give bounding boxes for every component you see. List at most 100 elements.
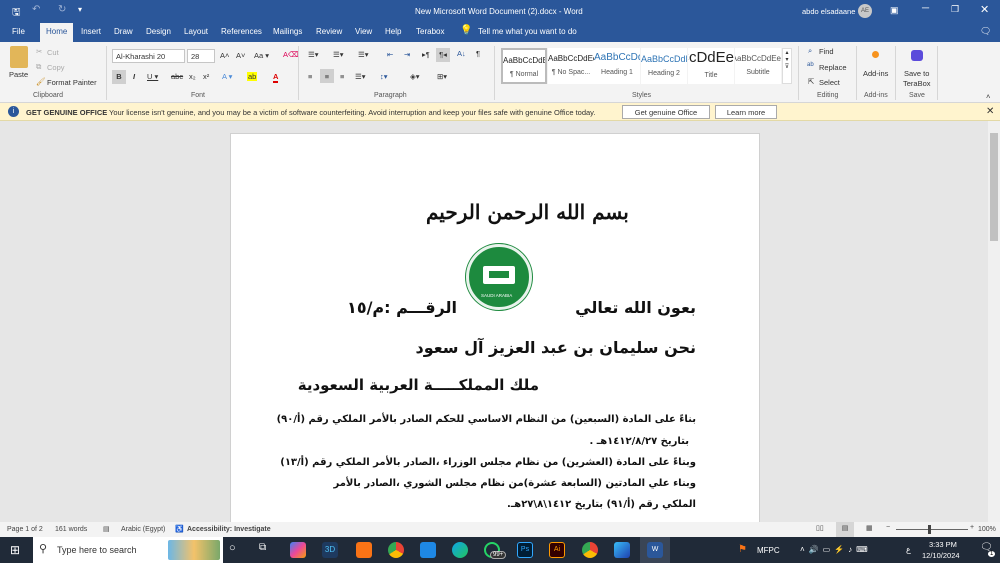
grow-font-icon[interactable]: A˄ (220, 51, 229, 60)
addins-button[interactable]: Add-ins (863, 69, 888, 78)
underline-button[interactable]: U ▾ (147, 72, 158, 81)
style-heading-1[interactable]: AaBbCcDdEe Heading 1 (594, 48, 640, 84)
avatar[interactable]: AE (858, 4, 872, 18)
ltr-icon[interactable]: ▸¶ (422, 50, 430, 59)
print-layout-icon[interactable]: ▤ (836, 522, 854, 537)
tab-view[interactable]: View (355, 27, 372, 36)
tab-help[interactable]: Help (385, 27, 401, 36)
tab-review[interactable]: Review (316, 27, 342, 36)
customize-qat-icon[interactable]: ▾ (78, 5, 82, 14)
clock-date[interactable]: 12/10/2024 (922, 551, 960, 560)
scroll-thumb[interactable] (990, 133, 998, 241)
zoom-level[interactable]: 100% (978, 526, 996, 533)
tab-design[interactable]: Design (146, 27, 171, 36)
cortana-icon[interactable]: ○ (229, 542, 236, 554)
save-icon[interactable]: 🖫 (12, 5, 21, 22)
system-tray-icons[interactable]: ˄🔊▭⚡♪⌨ (800, 545, 872, 554)
illustrator-icon[interactable]: Ai (549, 542, 565, 558)
xampp-icon[interactable] (356, 542, 372, 558)
accessibility-status[interactable]: Accessibility: Investigate (187, 526, 271, 533)
chrome-profile-icon[interactable] (582, 542, 598, 558)
superscript-button[interactable]: x² (203, 72, 209, 81)
bold-button[interactable]: B (112, 70, 126, 84)
font-name-select[interactable]: Al-Kharashi 20 (112, 49, 185, 63)
read-mode-icon[interactable]: ▯▯ (816, 524, 824, 532)
cut-button[interactable]: Cut (47, 48, 59, 57)
tab-terabox[interactable]: Terabox (416, 27, 444, 36)
borders-icon[interactable]: ⊞▾ (437, 72, 447, 81)
zoom-slider[interactable] (896, 529, 968, 530)
change-case-icon[interactable]: Aa ▾ (254, 51, 269, 60)
tab-file[interactable]: File (12, 27, 25, 36)
user-name[interactable]: abdo elsadaane (802, 7, 855, 16)
word-count[interactable]: 161 words (55, 526, 87, 533)
zoom-out-button[interactable]: − (886, 524, 890, 531)
italic-button[interactable]: I (133, 72, 135, 81)
word-taskbar-active[interactable]: W (640, 537, 670, 563)
subscript-button[interactable]: x₂ (189, 72, 196, 81)
save-to-terabox-button-line2[interactable]: TeraBox (903, 79, 931, 88)
tab-draw[interactable]: Draw (114, 27, 133, 36)
zoom-in-button[interactable]: + (970, 524, 974, 531)
copy-button[interactable]: Copy (47, 63, 65, 72)
styles-scroll[interactable]: ▴ ▾ ⊽ (782, 48, 792, 84)
web-layout-icon[interactable]: ▦ (866, 524, 873, 532)
proofing-icon[interactable]: ▤ (103, 525, 110, 533)
select-button[interactable]: Select (819, 78, 840, 87)
numbering-icon[interactable]: ☰▾ (333, 50, 344, 59)
clear-formatting-icon[interactable]: A⌫ (283, 50, 299, 59)
save-to-terabox-button[interactable]: Save to (904, 69, 929, 78)
decrease-indent-icon[interactable]: ⇤ (387, 50, 393, 59)
replace-button[interactable]: Replace (819, 63, 847, 72)
format-painter-button[interactable]: Format Painter (47, 78, 97, 87)
close-message-icon[interactable]: ✕ (986, 106, 994, 117)
font-color-icon[interactable]: A (273, 72, 279, 83)
zoom-slider-thumb[interactable] (928, 525, 931, 534)
collapse-ribbon-icon[interactable]: ˄ (986, 92, 990, 101)
strikethrough-button[interactable]: abc (171, 72, 183, 81)
ribbon-display-icon[interactable]: ▣ (890, 5, 899, 16)
restore-button[interactable]: ❐ (951, 4, 959, 15)
style-normal[interactable]: AaBbCcDdEe ¶ Normal (501, 48, 547, 84)
get-genuine-office-button[interactable]: Get genuine Office (622, 105, 710, 119)
language[interactable]: Arabic (Egypt) (121, 526, 165, 533)
align-right-icon[interactable]: ≡ (340, 72, 344, 81)
tab-home[interactable]: Home (40, 23, 74, 42)
tab-layout[interactable]: Layout (184, 27, 208, 36)
find-button[interactable]: Find (819, 47, 834, 56)
tab-insert[interactable]: Insert (81, 27, 101, 36)
input-language[interactable]: ع (906, 545, 911, 554)
shading-icon[interactable]: ◈▾ (410, 72, 420, 81)
learn-more-button[interactable]: Learn more (715, 105, 777, 119)
show-marks-icon[interactable]: ¶ (476, 49, 480, 58)
align-left-icon[interactable]: ≡ (308, 72, 312, 81)
minimize-button[interactable]: ─ (922, 3, 929, 14)
mfpc-label[interactable]: MFPC (757, 546, 780, 555)
vscode-icon[interactable] (420, 542, 436, 558)
increase-indent-icon[interactable]: ⇥ (404, 50, 410, 59)
style-subtitle[interactable]: AaBbCcDdEe Subtitle (735, 48, 781, 84)
photos-icon[interactable] (614, 542, 630, 558)
windows-start-icon[interactable]: ⊞ (10, 543, 20, 557)
page-count[interactable]: Page 1 of 2 (7, 526, 43, 533)
multilevel-list-icon[interactable]: ☰▾ (358, 50, 369, 59)
font-size-select[interactable]: 28 (187, 49, 215, 63)
tab-references[interactable]: References (221, 27, 262, 36)
edge-icon[interactable] (452, 542, 468, 558)
style-no-spacing[interactable]: AaBbCcDdEe ¶ No Spac... (548, 48, 594, 84)
task-view-icon[interactable]: ⧉ (259, 542, 266, 553)
shrink-font-icon[interactable]: A˅ (236, 51, 245, 60)
document-page[interactable]: بسم الله الرحمن الرحيم SAUDI ARABIA بعون… (230, 133, 760, 528)
vertical-scrollbar[interactable] (988, 121, 1000, 522)
justify-icon[interactable]: ☰▾ (355, 72, 366, 81)
redo-icon[interactable]: ↻ (58, 4, 66, 15)
3d-viewer-icon[interactable]: 3D (322, 542, 338, 558)
tab-mailings[interactable]: Mailings (273, 27, 302, 36)
undo-icon[interactable]: ↶ (32, 4, 40, 15)
clock-time[interactable]: 3:33 PM (929, 540, 957, 549)
style-heading-2[interactable]: AaBbCcDdEe Heading 2 (641, 48, 687, 84)
chrome-icon[interactable] (388, 542, 404, 558)
style-title[interactable]: AaBbCcDdEe Title (688, 48, 734, 84)
bullets-icon[interactable]: ☰▾ (308, 50, 319, 59)
photoshop-icon[interactable]: Ps (517, 542, 533, 558)
